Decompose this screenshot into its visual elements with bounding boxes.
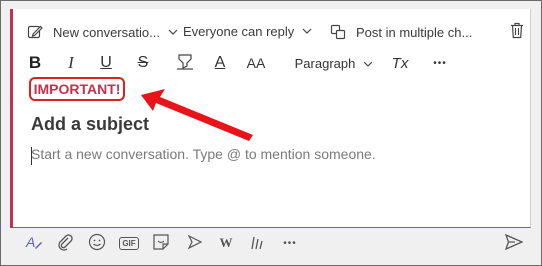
text-caret — [31, 147, 32, 165]
post-multiple-channels-button[interactable]: Post in multiple ch... — [330, 24, 472, 40]
arrow-annotation-icon — [141, 89, 261, 150]
send-icon — [504, 233, 524, 253]
window-frame: New conversatio... Everyone can reply Po… — [0, 0, 542, 266]
copy-icon — [330, 24, 346, 40]
discard-button[interactable] — [510, 22, 524, 39]
paper-clip-icon — [57, 233, 73, 254]
bold-button[interactable]: B — [26, 52, 44, 74]
stream-icon — [248, 233, 266, 254]
chevron-down-icon — [302, 28, 312, 35]
format-toolbar: B I U S A AA Paragraph Tx ••• — [13, 49, 531, 79]
gif-button[interactable]: GIF — [118, 233, 140, 253]
subject-input[interactable]: Add a subject — [31, 114, 149, 135]
compose-bottom-bar: A GIF W ••• — [1, 229, 542, 257]
edit-icon — [27, 24, 43, 40]
svg-text:A: A — [25, 234, 35, 250]
sticker-button[interactable] — [151, 233, 171, 253]
format-icon: A — [25, 233, 43, 254]
attach-button[interactable] — [55, 233, 75, 253]
chevron-down-icon — [168, 29, 178, 36]
more-apps-button[interactable]: ••• — [280, 233, 300, 253]
important-label: IMPORTANT! — [29, 77, 125, 101]
compose-top-toolbar: New conversatio... Everyone can reply Po… — [13, 9, 531, 53]
strikethrough-button[interactable]: S — [134, 52, 152, 74]
highlight-icon — [176, 52, 194, 75]
more-format-options-button[interactable]: ••• — [429, 52, 451, 74]
sticker-icon — [152, 233, 170, 254]
gif-label: GIF — [119, 236, 139, 250]
post-multiple-label: Post in multiple ch... — [356, 24, 473, 40]
reply-setting-label: Everyone can reply — [183, 24, 295, 39]
font-size-button[interactable]: AA — [245, 52, 267, 74]
format-button[interactable]: A — [24, 233, 44, 253]
italic-button[interactable]: I — [62, 52, 80, 74]
trash-icon — [510, 22, 524, 39]
emoji-icon — [88, 233, 106, 254]
paragraph-style-dropdown[interactable]: Paragraph — [294, 52, 374, 74]
send-button[interactable] — [504, 233, 524, 253]
meet-now-button[interactable] — [185, 233, 205, 253]
format-selector[interactable]: New conversatio... — [27, 24, 178, 40]
paragraph-style-label: Paragraph — [294, 55, 356, 71]
underline-button[interactable]: U — [97, 52, 115, 74]
compose-box: New conversatio... Everyone can reply Po… — [10, 9, 531, 228]
emoji-button[interactable] — [87, 233, 107, 253]
stream-button[interactable] — [247, 233, 267, 253]
clear-formatting-button[interactable]: Tx — [390, 52, 410, 74]
font-color-button[interactable]: A — [211, 52, 229, 74]
meet-icon — [186, 233, 204, 254]
reply-setting-selector[interactable]: Everyone can reply — [183, 24, 312, 39]
chevron-down-icon — [363, 56, 373, 71]
highlight-button[interactable] — [175, 52, 195, 74]
format-selector-label: New conversatio... — [53, 24, 160, 40]
wiki-button[interactable]: W — [216, 233, 236, 253]
